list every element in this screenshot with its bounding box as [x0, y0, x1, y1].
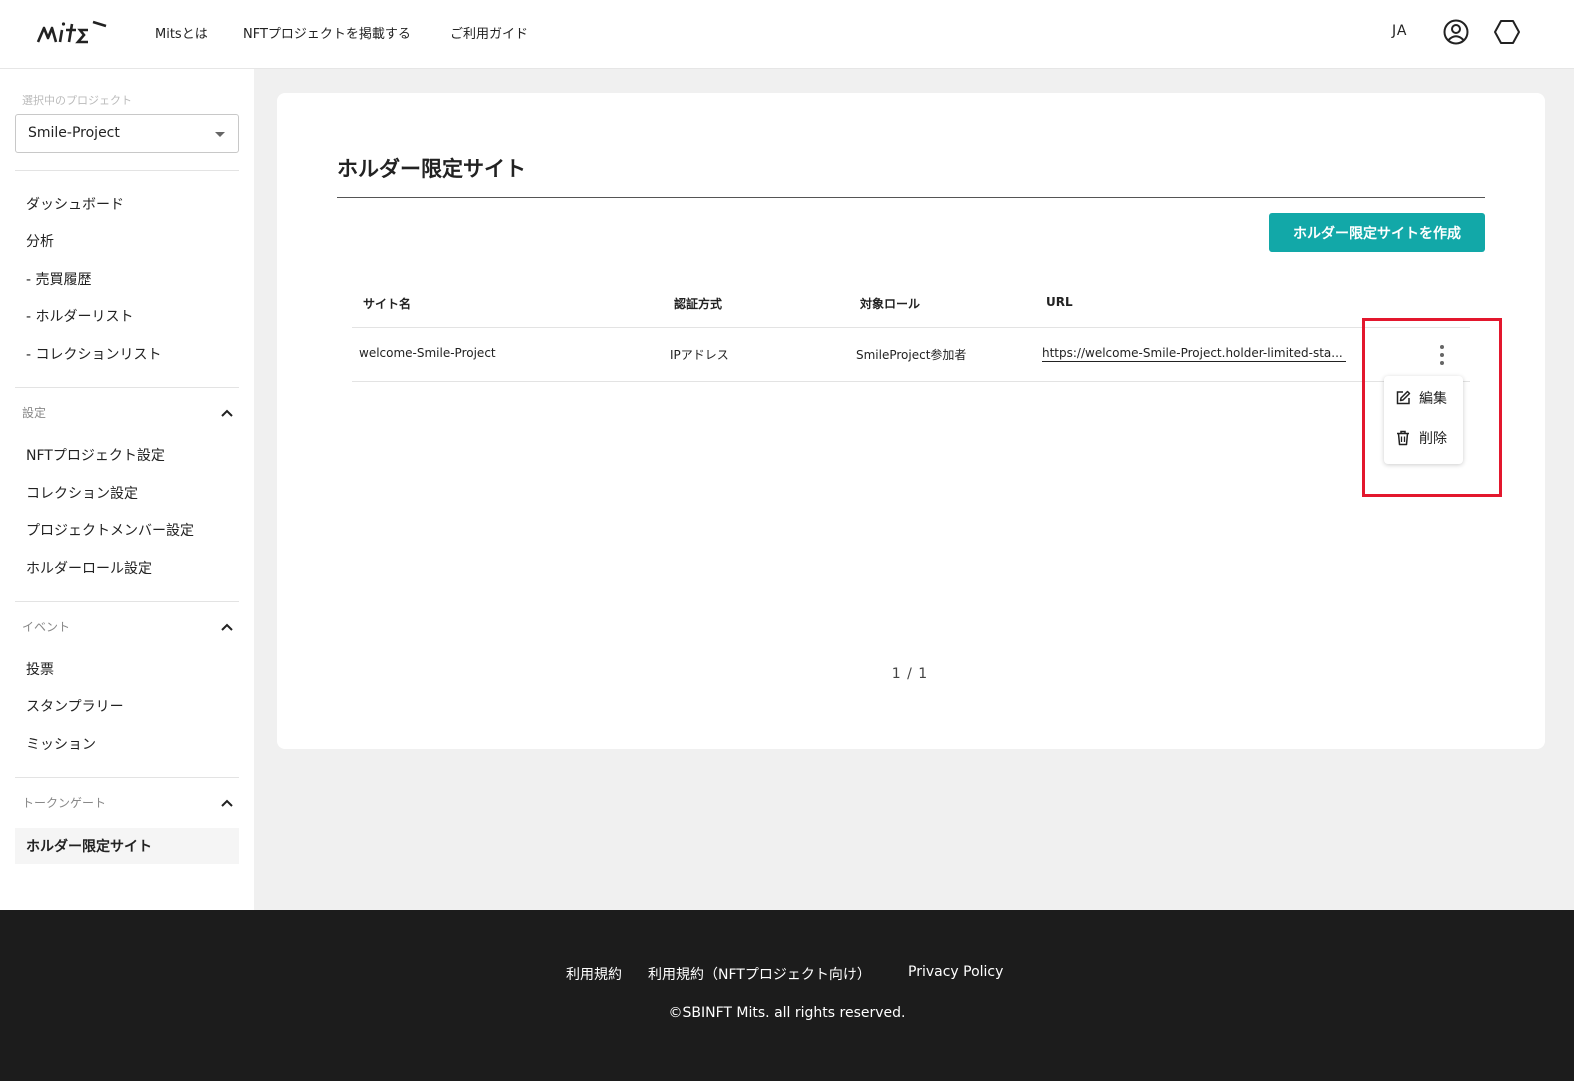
main-card	[277, 93, 1545, 749]
create-holder-site-button[interactable]: ホルダー限定サイトを作成	[1269, 213, 1485, 252]
top-header: Mitsとは NFTプロジェクトを掲載する ご利用ガイド JA	[0, 0, 1574, 69]
footer	[0, 910, 1574, 1081]
copyright: ©SBINFT Mits. all rights reserved.	[668, 1005, 906, 1021]
account-icon[interactable]	[1441, 17, 1471, 47]
section-label-events: イベント	[22, 620, 71, 634]
wallet-hexagon-icon[interactable]	[1492, 17, 1522, 47]
chevron-up-icon[interactable]	[220, 798, 234, 808]
highlight-box	[1362, 318, 1502, 497]
page-title: ホルダー限定サイト	[337, 157, 526, 181]
sidebar-item-analytics[interactable]: 分析	[26, 231, 54, 251]
sidebar-item-holder-site[interactable]: ホルダー限定サイト	[26, 836, 152, 856]
column-header-auth-method: 認証方式	[674, 297, 723, 311]
sidebar-item-sales-history[interactable]: - 売買履歴	[26, 269, 92, 289]
sidebar-divider	[15, 387, 239, 388]
sidebar-item-mission[interactable]: ミッション	[26, 734, 96, 754]
sidebar-item-holder-list[interactable]: - ホルダーリスト	[26, 306, 134, 326]
project-select[interactable]: Smile-Project	[15, 114, 239, 153]
sidebar-item-member-settings[interactable]: プロジェクトメンバー設定	[26, 520, 194, 540]
sidebar-item-collection-settings[interactable]: コレクション設定	[26, 483, 138, 503]
footer-link-privacy[interactable]: Privacy Policy	[908, 964, 1003, 980]
footer-link-terms[interactable]: 利用規約	[566, 964, 622, 984]
project-select-caption: 選択中のプロジェクト	[22, 94, 132, 107]
pagination: 1 / 1	[891, 666, 929, 682]
cell-target-role: SmileProject参加者	[856, 348, 967, 362]
sidebar-divider	[15, 777, 239, 778]
caret-down-icon	[215, 132, 225, 137]
cell-url-link[interactable]: https://welcome-Smile-Project.holder-lim…	[1042, 346, 1346, 362]
sidebar-item-dashboard[interactable]: ダッシュボード	[26, 194, 124, 214]
sidebar-divider	[15, 601, 239, 602]
nav-user-guide[interactable]: ご利用ガイド	[450, 23, 528, 42]
table-row-divider	[352, 381, 1470, 382]
cell-site-name: welcome-Smile-Project	[359, 346, 496, 360]
project-select-value: Smile-Project	[28, 125, 120, 141]
column-header-url: URL	[1046, 295, 1073, 309]
title-divider	[337, 197, 1485, 198]
section-label-token-gate: トークンゲート	[22, 796, 107, 810]
chevron-up-icon[interactable]	[220, 408, 234, 418]
column-header-site-name: サイト名	[363, 297, 412, 311]
sidebar-divider	[15, 170, 239, 171]
sidebar-item-vote[interactable]: 投票	[26, 659, 54, 679]
language-switcher[interactable]: JA	[1392, 23, 1407, 39]
nav-list-nft-project[interactable]: NFTプロジェクトを掲載する	[243, 23, 411, 42]
sidebar-item-stamp-rally[interactable]: スタンプラリー	[26, 696, 124, 716]
section-label-settings: 設定	[22, 406, 47, 420]
nav-about-mits[interactable]: Mitsとは	[155, 23, 208, 42]
cell-auth-method: IPアドレス	[670, 348, 729, 362]
footer-link-terms-nft[interactable]: 利用規約（NFTプロジェクト向け）	[648, 964, 871, 984]
sidebar-item-collection-list[interactable]: - コレクションリスト	[26, 344, 162, 364]
table-header-divider	[352, 327, 1470, 328]
chevron-up-icon[interactable]	[220, 622, 234, 632]
sidebar-item-holder-role-settings[interactable]: ホルダーロール設定	[26, 558, 152, 578]
sidebar-item-nft-project-settings[interactable]: NFTプロジェクト設定	[26, 445, 165, 465]
column-header-target-role: 対象ロール	[860, 297, 921, 311]
mits-logo[interactable]	[36, 16, 116, 48]
